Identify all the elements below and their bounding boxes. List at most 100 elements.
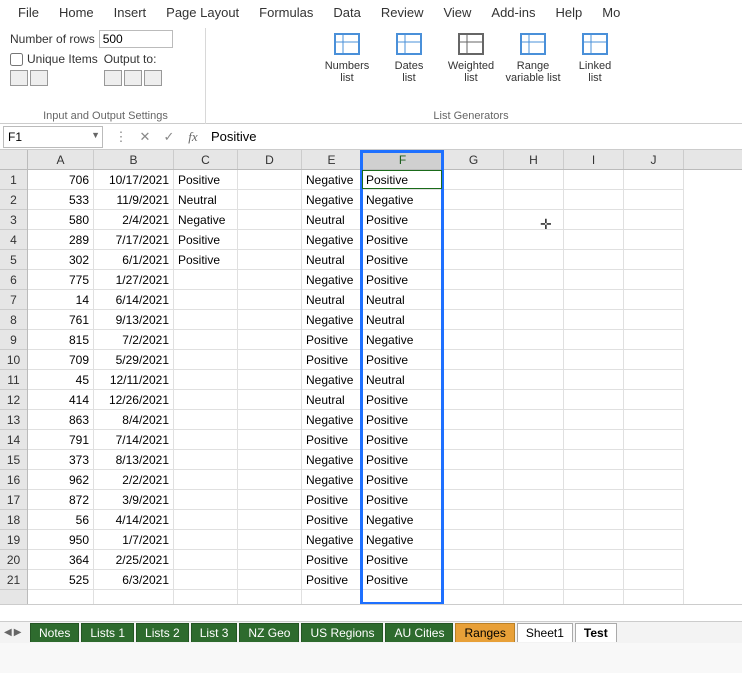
cell-A20[interactable]: 364 [28,550,94,570]
listgen-numbers[interactable]: Numberslist [319,28,375,84]
cell-I4[interactable] [564,230,624,250]
cell-E1[interactable]: Negative [302,170,362,190]
cell-H2[interactable] [504,190,564,210]
cell-D1[interactable] [238,170,302,190]
cell-F17[interactable]: Positive [362,490,444,510]
row-header-15[interactable]: 15 [0,450,27,470]
cell-D9[interactable] [238,330,302,350]
cell-G7[interactable] [444,290,504,310]
col-header-J[interactable]: J [624,150,684,169]
cell-J13[interactable] [624,410,684,430]
row-header-7[interactable]: 7 [0,290,27,310]
cell-D10[interactable] [238,350,302,370]
cell-I13[interactable] [564,410,624,430]
cell-J7[interactable] [624,290,684,310]
cell-F21[interactable]: Positive [362,570,444,590]
cell-E19[interactable]: Negative [302,530,362,550]
cell-J3[interactable] [624,210,684,230]
cell-C12[interactable] [174,390,238,410]
cell-B19[interactable]: 1/7/2021 [94,530,174,550]
cell-D6[interactable] [238,270,302,290]
col-header-F[interactable]: F [362,150,444,169]
cell-I16[interactable] [564,470,624,490]
cell-C7[interactable] [174,290,238,310]
sheet-tab-test[interactable]: Test [575,623,617,642]
row-header-6[interactable]: 6 [0,270,27,290]
cell-D12[interactable] [238,390,302,410]
row-header-18[interactable]: 18 [0,510,27,530]
cell-F6[interactable]: Positive [362,270,444,290]
cell-C11[interactable] [174,370,238,390]
cell-H9[interactable] [504,330,564,350]
cell-E18[interactable]: Positive [302,510,362,530]
sheet-tab-nz-geo[interactable]: NZ Geo [239,623,299,642]
settings-icon-2[interactable] [30,70,48,86]
formula-input[interactable] [205,126,742,148]
cell-F3[interactable]: Positive [362,210,444,230]
cell-J6[interactable] [624,270,684,290]
col-header-I[interactable]: I [564,150,624,169]
menu-data[interactable]: Data [323,3,370,22]
cell-J11[interactable] [624,370,684,390]
cell-A3[interactable]: 580 [28,210,94,230]
cell-F12[interactable]: Positive [362,390,444,410]
cell-G2[interactable] [444,190,504,210]
cell-B7[interactable]: 6/14/2021 [94,290,174,310]
row-header-20[interactable]: 20 [0,550,27,570]
cell-C5[interactable]: Positive [174,250,238,270]
cell-I21[interactable] [564,570,624,590]
name-box[interactable]: F1 ▼ [3,126,103,148]
cell-D17[interactable] [238,490,302,510]
cell-F19[interactable]: Negative [362,530,444,550]
cell-H19[interactable] [504,530,564,550]
cell-A18[interactable]: 56 [28,510,94,530]
cell-G9[interactable] [444,330,504,350]
cell-H15[interactable] [504,450,564,470]
cell-F1[interactable]: Positive [362,170,444,190]
cell-H18[interactable] [504,510,564,530]
cell-I6[interactable] [564,270,624,290]
cell-B13[interactable]: 8/4/2021 [94,410,174,430]
cell-D8[interactable] [238,310,302,330]
cell-H14[interactable] [504,430,564,450]
cell-H10[interactable] [504,350,564,370]
cell-F11[interactable]: Neutral [362,370,444,390]
listgen-weighted[interactable]: Weightedlist [443,28,499,84]
cell-D7[interactable] [238,290,302,310]
spreadsheet-grid[interactable]: ABCDEFGHIJ 12345678910111213141516171819… [0,150,742,605]
accept-icon[interactable]: ✓ [157,126,181,148]
cell-J15[interactable] [624,450,684,470]
cell-J16[interactable] [624,470,684,490]
cell-I8[interactable] [564,310,624,330]
cell-G6[interactable] [444,270,504,290]
sheet-tab-lists-1[interactable]: Lists 1 [81,623,134,642]
cell-H16[interactable] [504,470,564,490]
row-header-12[interactable]: 12 [0,390,27,410]
cell-D5[interactable] [238,250,302,270]
cell-E14[interactable]: Positive [302,430,362,450]
cell-F16[interactable]: Positive [362,470,444,490]
cell-I7[interactable] [564,290,624,310]
cell-E20[interactable]: Positive [302,550,362,570]
output-icon-3[interactable] [144,70,162,86]
unique-items-checkbox[interactable] [10,53,23,66]
cell-J10[interactable] [624,350,684,370]
cell-A14[interactable]: 791 [28,430,94,450]
cell-B17[interactable]: 3/9/2021 [94,490,174,510]
listgen-linked[interactable]: Linkedlist [567,28,623,84]
cell-E15[interactable]: Negative [302,450,362,470]
cell-A16[interactable]: 962 [28,470,94,490]
cell-F2[interactable]: Negative [362,190,444,210]
cell-D4[interactable] [238,230,302,250]
cell-B20[interactable]: 2/25/2021 [94,550,174,570]
cell-J2[interactable] [624,190,684,210]
col-header-D[interactable]: D [238,150,302,169]
cell-I2[interactable] [564,190,624,210]
cell-G19[interactable] [444,530,504,550]
cell-E21[interactable]: Positive [302,570,362,590]
cell-D13[interactable] [238,410,302,430]
cell-B3[interactable]: 2/4/2021 [94,210,174,230]
col-header-H[interactable]: H [504,150,564,169]
cell-F8[interactable]: Neutral [362,310,444,330]
cell-I3[interactable] [564,210,624,230]
